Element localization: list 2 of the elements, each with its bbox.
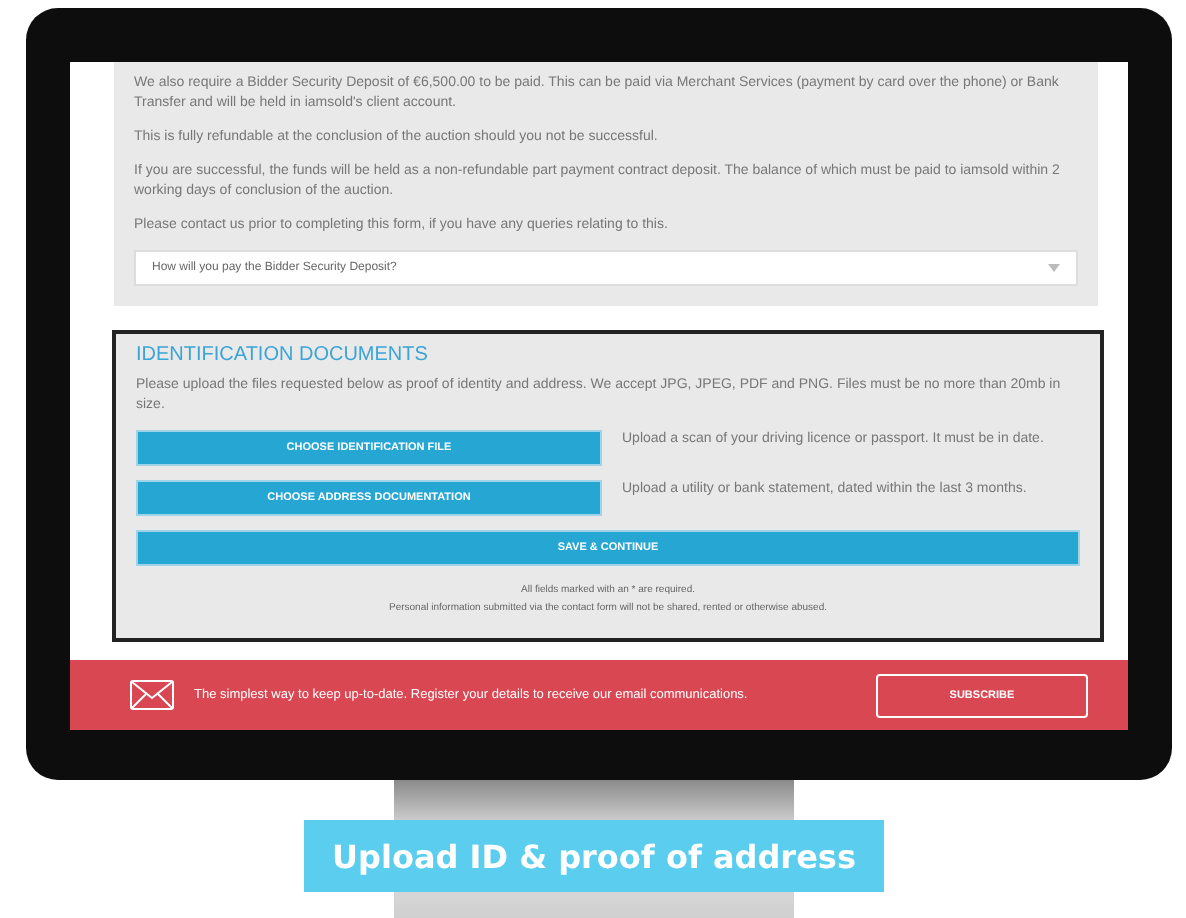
caption-label: Upload ID & proof of address xyxy=(304,820,884,892)
section-title: IDENTIFICATION DOCUMENTS xyxy=(136,344,430,366)
